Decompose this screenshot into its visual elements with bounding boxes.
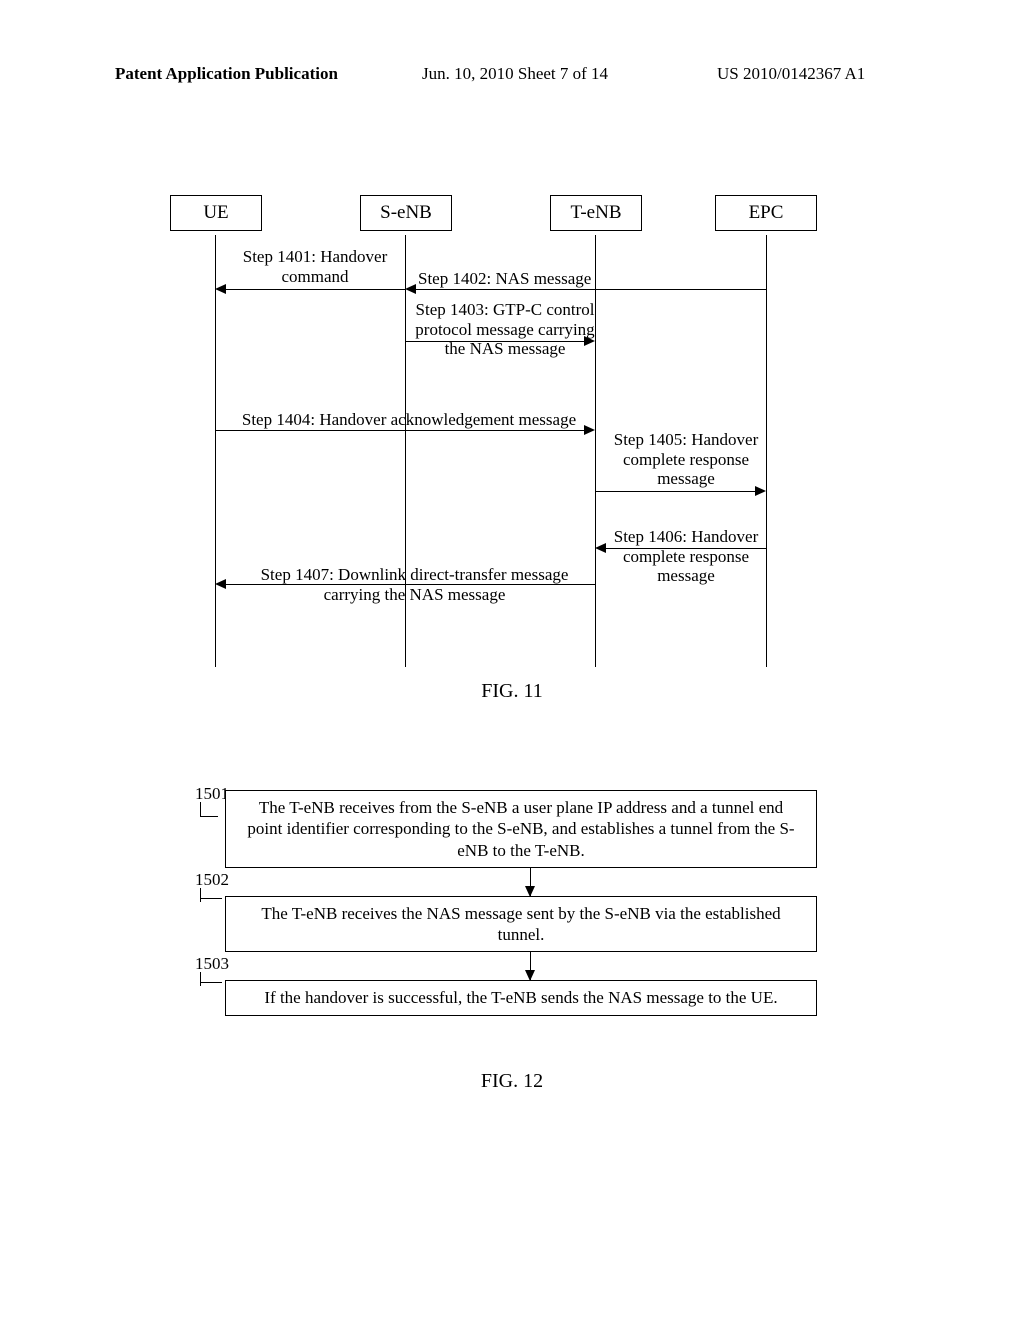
actor-tenb: T-eNB [550, 195, 642, 231]
arrow-1401 [226, 289, 405, 290]
actor-senb: S-eNB [360, 195, 452, 231]
arrow-head-1403 [584, 336, 595, 346]
callout-1501 [200, 802, 222, 816]
arrow-head-1401 [215, 284, 226, 294]
header-date-sheet: Jun. 10, 2010 Sheet 7 of 14 [422, 64, 608, 84]
connector-1502-1503: 1503 [195, 952, 835, 980]
arrow-1407 [226, 584, 595, 585]
step-1403-label: Step 1403: GTP-C control protocol messag… [415, 300, 595, 359]
flow-num-1501: 1501 [195, 784, 229, 804]
arrow-1406 [606, 548, 766, 549]
arrow-1403 [406, 341, 585, 342]
connector-1501-1502: 1502 [195, 868, 835, 896]
header-patent-number: US 2010/0142367 A1 [717, 64, 865, 84]
header-publication: Patent Application Publication [115, 64, 338, 84]
step-1401-label: Step 1401: Handover command [230, 247, 400, 286]
arrow-head-1405 [755, 486, 766, 496]
figure-12-caption: FIG. 12 [0, 1070, 1024, 1093]
actor-ue: UE [170, 195, 262, 231]
arrow-1404 [216, 430, 585, 431]
actor-epc: EPC [715, 195, 817, 231]
arrow-head-1404 [584, 425, 595, 435]
lifeline-ue [215, 235, 216, 667]
step-1406-label: Step 1406: Handover complete response me… [602, 527, 770, 586]
arrow-head-1406 [595, 543, 606, 553]
callout-1502 [200, 888, 222, 902]
flow-num-1502: 1502 [195, 870, 229, 890]
step-1402-label: Step 1402: NAS message [418, 269, 598, 289]
arrow-head-1402 [405, 284, 416, 294]
figure-12-flowchart: 1501 The T-eNB receives from the S-eNB a… [195, 790, 835, 1016]
step-1405-label: Step 1405: Handover complete response me… [602, 430, 770, 489]
callout-1503 [200, 972, 222, 986]
arrow-1405 [596, 491, 756, 492]
flow-box-1503: If the handover is successful, the T-eNB… [225, 980, 817, 1015]
flow-box-1501: The T-eNB receives from the S-eNB a user… [225, 790, 817, 868]
arrow-head-1407 [215, 579, 226, 589]
arrow-1402 [416, 289, 766, 290]
figure-11-caption: FIG. 11 [0, 680, 1024, 703]
flow-num-1503: 1503 [195, 954, 229, 974]
step-1404-label: Step 1404: Handover acknowledgement mess… [224, 410, 594, 430]
flow-box-1502: The T-eNB receives the NAS message sent … [225, 896, 817, 953]
figure-11-sequence-diagram: UE S-eNB T-eNB EPC Step 1401: Handover c… [170, 195, 850, 685]
